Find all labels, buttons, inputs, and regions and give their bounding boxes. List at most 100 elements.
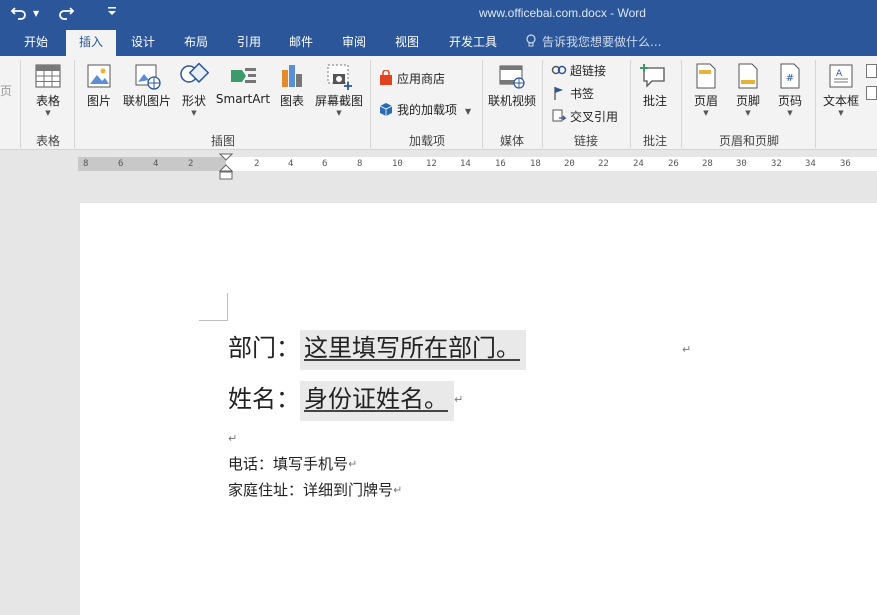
clipped-ribbon-icon (866, 86, 877, 100)
ruler-label: 36 (840, 158, 851, 170)
hyperlink-button[interactable]: 超链接 (551, 62, 606, 79)
table-button[interactable]: 表格 ▼ (28, 62, 68, 117)
dropdown-arrow-icon: ▼ (818, 109, 864, 117)
tab-review[interactable]: 审阅 (332, 30, 376, 56)
ruler-label: 24 (633, 158, 644, 170)
clipped-page-button-label: 页 (0, 82, 12, 99)
ruler-label: 8 (83, 158, 88, 170)
redo-icon[interactable] (57, 4, 75, 24)
document-page[interactable]: 部门：这里填写所在部门。 ↵ 姓名：身份证姓名。↵ ↵ 电话：填写手机号↵ 家庭… (80, 203, 877, 615)
ruler-label: 22 (598, 158, 609, 170)
divider (815, 60, 816, 148)
screenshot-button[interactable]: 屏幕截图 ▼ (312, 62, 366, 117)
header-button[interactable]: 页眉 ▼ (688, 62, 724, 117)
dropdown-arrow-icon: ▼ (28, 109, 68, 117)
ruler-label: 34 (805, 158, 816, 170)
horizontal-ruler[interactable]: 864224681012141618202224262830323436 (78, 157, 877, 171)
text-box-icon: A (827, 62, 855, 90)
undo-icon[interactable] (10, 4, 28, 24)
group-label-links: 链接 (546, 132, 626, 149)
indent-marker-icon[interactable] (219, 153, 233, 181)
dropdown-arrow-icon: ▼ (465, 107, 471, 116)
ribbon-tabs: 开始 插入 设计 布局 引用 邮件 审阅 视图 开发工具 告诉我您想要做什么..… (0, 30, 877, 56)
lightbulb-icon (525, 34, 537, 48)
dropdown-arrow-icon: ▼ (312, 109, 366, 117)
my-addins-button[interactable]: 我的加载项▼ (378, 101, 471, 120)
bookmark-button[interactable]: 书签 (551, 85, 594, 102)
ruler-left-margin (78, 157, 226, 171)
store-icon (378, 70, 394, 86)
undo-dropdown-icon[interactable]: ▼ (33, 4, 39, 24)
name-line: 姓名：身份证姓名。↵ (228, 382, 463, 417)
store-button[interactable]: 应用商店 (378, 70, 445, 87)
online-picture-icon (133, 62, 161, 90)
online-pictures-button[interactable]: 联机图片 (120, 62, 174, 109)
online-video-button[interactable]: 联机视频 (486, 62, 538, 109)
ruler-label: 20 (564, 158, 575, 170)
ruler-label: 8 (357, 158, 362, 170)
ruler-label: 4 (153, 158, 158, 170)
tab-view[interactable]: 视图 (385, 30, 429, 56)
tab-developer[interactable]: 开发工具 (442, 30, 504, 56)
ruler-label: 28 (702, 158, 713, 170)
footer-button[interactable]: 页脚 ▼ (730, 62, 766, 117)
tab-mailings[interactable]: 邮件 (279, 30, 323, 56)
footer-icon (736, 62, 760, 90)
paragraph-mark: ↵ (393, 484, 402, 497)
tab-insert[interactable]: 插入 (66, 30, 116, 56)
ruler-label: 14 (460, 158, 471, 170)
customize-quick-access-icon[interactable] (107, 4, 117, 24)
bookmark-icon (551, 85, 567, 101)
online-video-icon (497, 62, 527, 90)
dropdown-arrow-icon: ▼ (176, 109, 212, 117)
paragraph-mark: ↵ (682, 343, 691, 356)
ruler-label: 18 (530, 158, 541, 170)
divider (370, 60, 371, 148)
phone-line: 电话：填写手机号↵ (228, 454, 357, 475)
ribbon: 页 表格 ▼ 表格 图片 联机图片 形状 ▼ SmartArt 图表 屏幕截图 … (0, 56, 877, 150)
ruler-label: 32 (771, 158, 782, 170)
tell-me-box[interactable]: 告诉我您想要做什么... (525, 30, 661, 56)
divider (681, 60, 682, 148)
address-text: 家庭住址：详细到门牌号 (228, 481, 393, 499)
department-field[interactable]: 这里填写所在部门。 (300, 330, 526, 370)
group-label-tables: 表格 (28, 132, 68, 149)
text-box-button[interactable]: A 文本框 ▼ (818, 62, 864, 117)
smartart-icon (228, 62, 258, 90)
picture-icon (85, 62, 113, 90)
department-line: 部门：这里填写所在部门。 (228, 331, 526, 365)
cross-reference-icon (551, 108, 567, 124)
page-number-button[interactable]: # 页码 ▼ (772, 62, 808, 117)
tab-design[interactable]: 设计 (121, 30, 165, 56)
pictures-button[interactable]: 图片 (80, 62, 118, 109)
page-number-icon: # (778, 62, 802, 90)
title-bar: ▼ www.officebai.com.docx - Word (0, 0, 877, 30)
tell-me-text: 告诉我您想要做什么... (542, 35, 661, 49)
divider (74, 60, 75, 148)
ruler-label: 12 (426, 158, 437, 170)
name-field[interactable]: 身份证姓名。 (300, 381, 454, 421)
tab-layout[interactable]: 布局 (174, 30, 218, 56)
ruler-label: 26 (668, 158, 679, 170)
margin-corner-mark (199, 293, 228, 321)
dropdown-arrow-icon: ▼ (688, 109, 724, 117)
chart-button[interactable]: 图表 (274, 62, 310, 109)
window-title: www.officebai.com.docx - Word (400, 6, 725, 20)
tab-references[interactable]: 引用 (227, 30, 271, 56)
group-label-illustrations: 插图 (80, 132, 366, 149)
paragraph-mark: ↵ (348, 458, 357, 471)
smartart-button[interactable]: SmartArt (214, 62, 272, 106)
ruler-label: 6 (118, 158, 123, 170)
shapes-button[interactable]: 形状 ▼ (176, 62, 212, 117)
comment-button[interactable]: 批注 (636, 62, 674, 109)
group-label-media: 媒体 (486, 132, 538, 149)
ruler-label: 6 (322, 158, 327, 170)
svg-text:#: # (786, 73, 794, 84)
cross-reference-button[interactable]: 交叉引用 (551, 108, 618, 125)
shapes-icon (179, 62, 209, 90)
ruler-label: 2 (188, 158, 193, 170)
tab-home[interactable]: 开始 (14, 30, 58, 56)
addins-icon (378, 101, 394, 117)
divider (482, 60, 483, 148)
ruler-label: 30 (736, 158, 747, 170)
